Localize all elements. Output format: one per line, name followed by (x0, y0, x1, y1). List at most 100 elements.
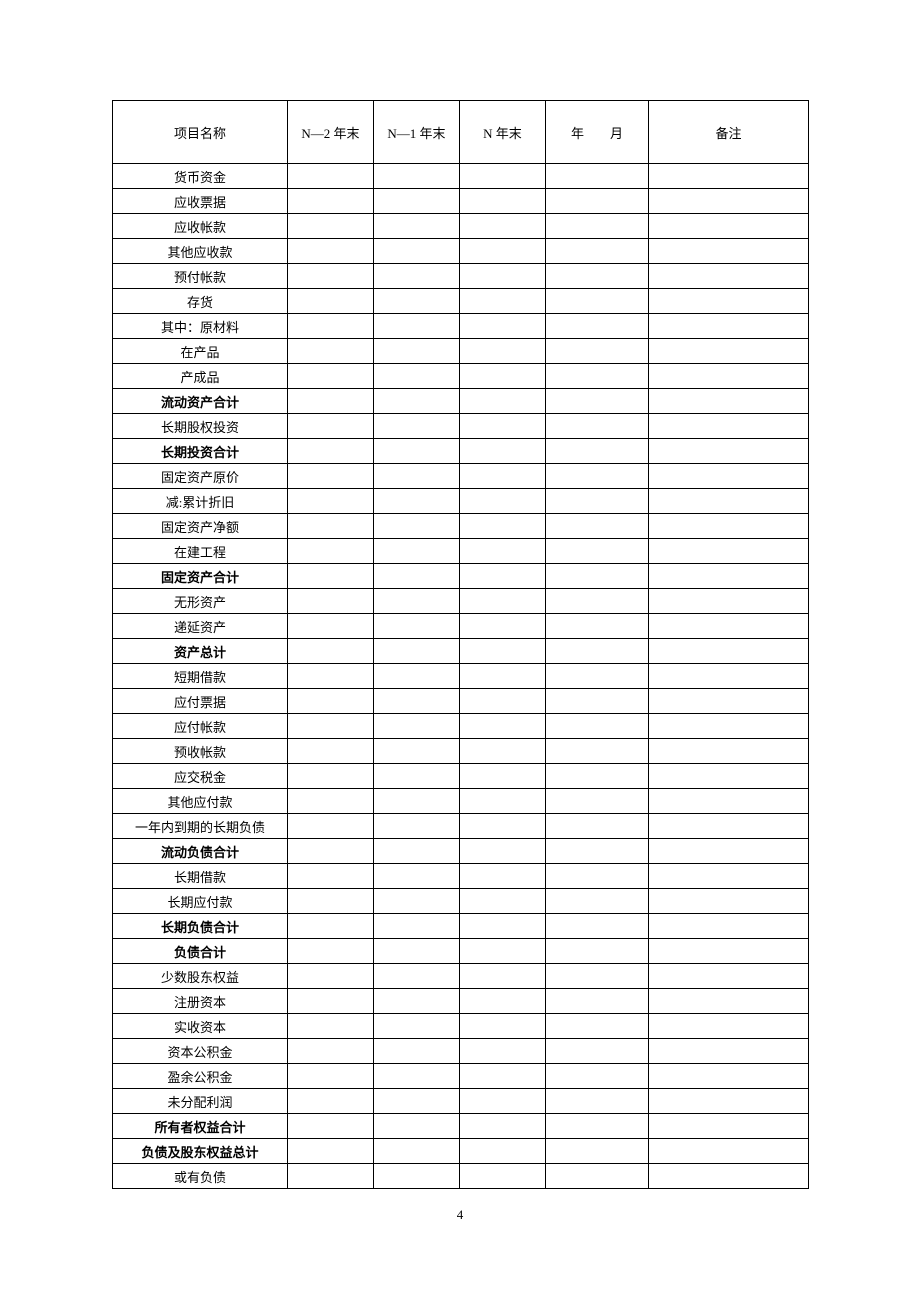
cell-n2 (288, 239, 374, 264)
cell-note (649, 789, 809, 814)
row-item-name: 一年内到期的长期负债 (113, 814, 288, 839)
cell-ym (546, 1114, 649, 1139)
cell-n1 (374, 1089, 460, 1114)
cell-n1 (374, 289, 460, 314)
cell-n (460, 1139, 546, 1164)
cell-ym (546, 414, 649, 439)
table-row: 注册资本 (113, 989, 809, 1014)
cell-n1 (374, 664, 460, 689)
cell-ym (546, 1064, 649, 1089)
cell-n2 (288, 364, 374, 389)
table-row: 递延资产 (113, 614, 809, 639)
table-row: 流动资产合计 (113, 389, 809, 414)
cell-note (649, 1064, 809, 1089)
table-row: 存货 (113, 289, 809, 314)
cell-n (460, 814, 546, 839)
cell-ym (546, 464, 649, 489)
table-row: 负债及股东权益总计 (113, 1139, 809, 1164)
cell-ym (546, 864, 649, 889)
cell-n1 (374, 264, 460, 289)
cell-n1 (374, 914, 460, 939)
cell-n (460, 589, 546, 614)
cell-n1 (374, 164, 460, 189)
cell-n1 (374, 964, 460, 989)
cell-ym (546, 714, 649, 739)
cell-ym (546, 189, 649, 214)
table-header-row: 项目名称 N—2 年末 N—1 年末 N 年末 年 月 备注 (113, 101, 809, 164)
table-row: 预收帐款 (113, 739, 809, 764)
cell-note (649, 464, 809, 489)
cell-n1 (374, 889, 460, 914)
cell-note (649, 189, 809, 214)
cell-n (460, 514, 546, 539)
row-item-name: 应交税金 (113, 764, 288, 789)
cell-n2 (288, 1064, 374, 1089)
cell-n1 (374, 789, 460, 814)
cell-n1 (374, 364, 460, 389)
cell-ym (546, 239, 649, 264)
cell-n1 (374, 464, 460, 489)
row-item-name: 负债及股东权益总计 (113, 1139, 288, 1164)
cell-n (460, 1014, 546, 1039)
row-item-name: 固定资产原价 (113, 464, 288, 489)
cell-n (460, 914, 546, 939)
cell-n (460, 289, 546, 314)
cell-n2 (288, 589, 374, 614)
cell-n1 (374, 614, 460, 639)
cell-n2 (288, 1139, 374, 1164)
page-number: 4 (112, 1207, 808, 1223)
cell-n2 (288, 339, 374, 364)
table-row: 减:累计折旧 (113, 489, 809, 514)
cell-ym (546, 1039, 649, 1064)
cell-ym (546, 314, 649, 339)
table-row: 应交税金 (113, 764, 809, 789)
cell-n1 (374, 539, 460, 564)
cell-ym (546, 514, 649, 539)
row-item-name: 负债合计 (113, 939, 288, 964)
cell-n1 (374, 564, 460, 589)
table-row: 一年内到期的长期负债 (113, 814, 809, 839)
table-row: 产成品 (113, 364, 809, 389)
row-item-name: 流动负债合计 (113, 839, 288, 864)
page-content: 项目名称 N—2 年末 N—1 年末 N 年末 年 月 备注 货币资金应收票据应… (0, 0, 920, 1283)
table-row: 实收资本 (113, 1014, 809, 1039)
row-item-name: 产成品 (113, 364, 288, 389)
cell-n (460, 1114, 546, 1139)
table-row: 应付票据 (113, 689, 809, 714)
cell-note (649, 164, 809, 189)
cell-n1 (374, 864, 460, 889)
row-item-name: 长期负债合计 (113, 914, 288, 939)
cell-note (649, 764, 809, 789)
col-header-ym: 年 月 (546, 101, 649, 164)
cell-n (460, 339, 546, 364)
cell-n1 (374, 589, 460, 614)
cell-n (460, 764, 546, 789)
row-item-name: 应收帐款 (113, 214, 288, 239)
col-header-n2: N—2 年末 (288, 101, 374, 164)
table-row: 其他应收款 (113, 239, 809, 264)
row-item-name: 其中：原材料 (113, 314, 288, 339)
row-item-name: 资本公积金 (113, 1039, 288, 1064)
table-row: 长期负债合计 (113, 914, 809, 939)
cell-note (649, 664, 809, 689)
cell-n2 (288, 1164, 374, 1189)
table-row: 长期投资合计 (113, 439, 809, 464)
cell-ym (546, 939, 649, 964)
cell-note (649, 914, 809, 939)
cell-n1 (374, 689, 460, 714)
cell-n2 (288, 689, 374, 714)
cell-n1 (374, 814, 460, 839)
cell-note (649, 1164, 809, 1189)
cell-n2 (288, 189, 374, 214)
cell-n1 (374, 839, 460, 864)
cell-n2 (288, 914, 374, 939)
row-item-name: 固定资产净额 (113, 514, 288, 539)
cell-ym (546, 1164, 649, 1189)
cell-ym (546, 339, 649, 364)
row-item-name: 在建工程 (113, 539, 288, 564)
cell-n1 (374, 739, 460, 764)
table-row: 所有者权益合计 (113, 1114, 809, 1139)
cell-n2 (288, 1114, 374, 1139)
table-row: 资产总计 (113, 639, 809, 664)
cell-note (649, 714, 809, 739)
